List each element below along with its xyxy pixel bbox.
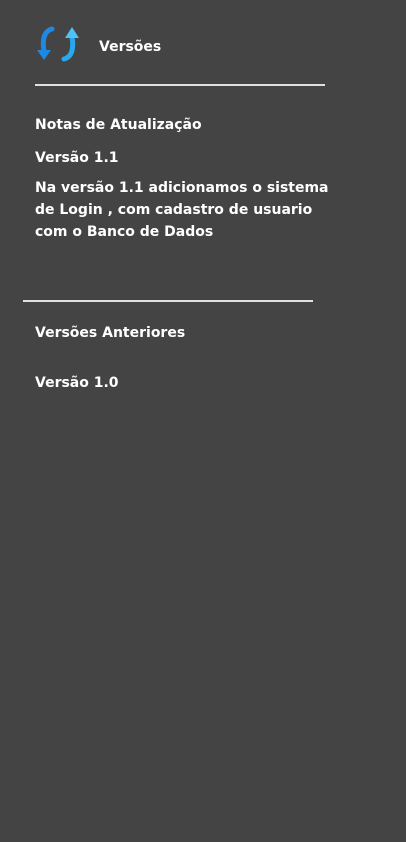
section-divider <box>23 300 313 302</box>
header-divider <box>35 84 325 86</box>
header <box>36 24 80 64</box>
current-version-label: Versão 1.1 <box>35 150 119 166</box>
update-notes-heading: Notas de Atualização <box>35 117 202 133</box>
refresh-icon[interactable] <box>36 24 80 64</box>
previous-version-item[interactable]: Versão 1.0 <box>35 372 119 394</box>
update-notes-body: Na versão 1.1 adicionamos o sistema de L… <box>35 180 329 240</box>
previous-versions-heading: Versões Anteriores <box>35 325 186 341</box>
page-title: Versões <box>99 39 162 55</box>
